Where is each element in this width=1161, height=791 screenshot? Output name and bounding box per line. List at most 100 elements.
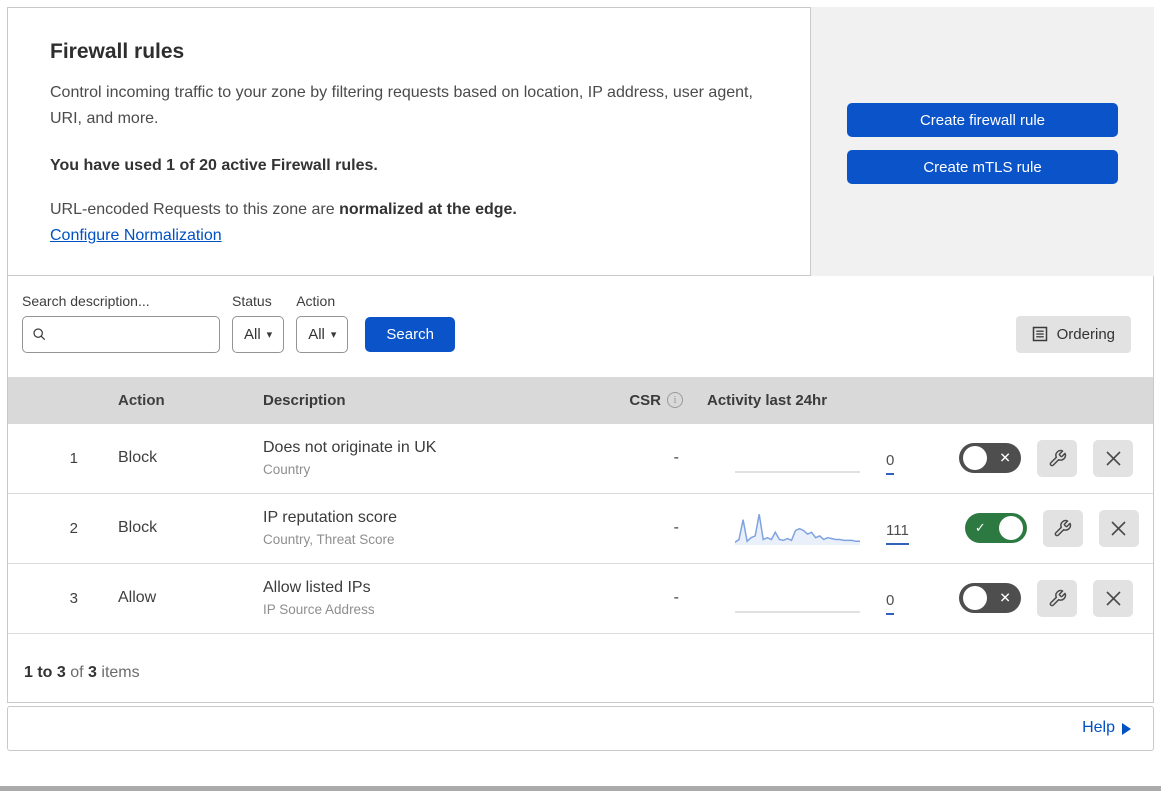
table-row: 1 Block Does not originate in UK Country…	[8, 423, 1153, 494]
info-icon[interactable]: i	[667, 392, 683, 409]
help-bar: Help	[7, 705, 1154, 751]
status-label: Status	[232, 292, 272, 309]
rule-description: Allow listed IPs	[263, 579, 371, 597]
search-icon	[33, 328, 46, 340]
activity-sparkline	[735, 514, 860, 546]
wrench-icon	[1049, 589, 1066, 607]
delete-rule-button[interactable]	[1093, 579, 1133, 617]
chevron-down-icon: ▾	[266, 328, 273, 341]
rule-description-cell: Allow listed IPs IP Source Address	[263, 579, 593, 617]
items-count-total: 3	[88, 663, 97, 681]
header-activity: Activity last 24hr	[707, 391, 828, 409]
activity-sparkline	[735, 471, 860, 473]
x-icon: ✕	[999, 590, 1011, 607]
rule-description: IP reputation score	[263, 509, 398, 527]
page-title: Firewall rules	[50, 40, 185, 63]
header-csr-label: CSR	[629, 391, 661, 409]
check-icon: ✓	[974, 520, 986, 536]
rule-csr: -	[673, 519, 679, 537]
intro-card: Firewall rules Control incoming traffic …	[7, 7, 811, 276]
table-row: 2 Block IP reputation score Country, Thr…	[8, 493, 1153, 564]
configure-normalization-link[interactable]: Configure Normalization	[50, 227, 222, 245]
toggle-knob	[998, 516, 1023, 541]
ordering-icon	[1032, 327, 1047, 342]
header-csr: CSR i	[593, 392, 683, 409]
items-count-of: of	[65, 663, 89, 681]
items-count-range: 1 to 3	[24, 663, 66, 681]
search-button[interactable]: Search	[365, 316, 455, 352]
toggle-knob	[963, 586, 987, 611]
action-label: Action	[296, 292, 336, 309]
rule-enable-toggle[interactable]: ✓ ✕	[959, 443, 1021, 474]
delete-rule-button[interactable]	[1093, 439, 1133, 477]
rules-table: Action Description CSR i Activity last 2…	[8, 376, 1153, 634]
rule-fields: Country, Threat Score	[263, 532, 395, 548]
wrench-icon	[1049, 449, 1066, 467]
x-icon: ✕	[999, 450, 1011, 467]
toggle-knob	[963, 446, 987, 471]
activity-sparkline	[735, 611, 860, 613]
rule-activity-cell: 0	[683, 579, 903, 617]
action-selected-value: All	[308, 325, 325, 343]
rule-action: Block	[118, 519, 158, 537]
rule-activity-cell: 111	[683, 509, 909, 547]
create-firewall-rule-button[interactable]: Create firewall rule	[847, 103, 1118, 138]
header-action: Action	[118, 391, 165, 409]
rule-enable-toggle[interactable]: ✓ ✕	[964, 513, 1027, 544]
main-panel: Search description... Status All ▾ Actio…	[7, 274, 1154, 703]
search-group: Search description...	[22, 293, 220, 353]
rule-action: Block	[118, 449, 158, 467]
ordering-button-label: Ordering	[1056, 325, 1115, 343]
rule-activity-cell: 0	[683, 439, 903, 477]
rule-description-cell: Does not originate in UK Country	[263, 439, 593, 477]
activity-count-link[interactable]: 0	[886, 452, 895, 476]
search-input[interactable]	[53, 326, 210, 343]
items-count-suffix: items	[96, 663, 140, 681]
status-select[interactable]: All ▾	[232, 315, 285, 353]
normalization-bold: normalized at the edge.	[339, 200, 517, 218]
page: Firewall rules Control incoming traffic …	[0, 0, 1161, 758]
rule-controls: ✓ ✕	[903, 579, 1153, 617]
wrench-icon	[1054, 519, 1072, 537]
rule-priority: 2	[69, 519, 78, 537]
action-filter-group: Action All ▾	[296, 292, 349, 353]
filter-bar: Search description... Status All ▾ Actio…	[8, 276, 1153, 377]
table-header-row: Action Description CSR i Activity last 2…	[8, 376, 1153, 424]
edit-rule-button[interactable]	[1042, 509, 1083, 547]
actions-panel: Create firewall rule Create mTLS rule	[811, 7, 1154, 276]
normalization-note: URL-encoded Requests to this zone are no…	[50, 201, 768, 219]
usage-summary: You have used 1 of 20 active Firewall ru…	[50, 156, 378, 174]
ordering-button[interactable]: Ordering	[1015, 315, 1131, 353]
chevron-down-icon: ▾	[330, 328, 337, 341]
activity-count-link[interactable]: 0	[886, 592, 895, 616]
intro-description: Control incoming traffic to your zone by…	[50, 84, 753, 128]
rule-fields: IP Source Address	[263, 602, 375, 618]
search-label: Search description...	[22, 292, 150, 309]
top-section: Firewall rules Control incoming traffic …	[7, 7, 1154, 276]
rule-csr: -	[673, 449, 679, 467]
action-select[interactable]: All ▾	[296, 315, 349, 353]
rule-csr: -	[673, 589, 679, 607]
header-description: Description	[263, 391, 346, 409]
rule-controls: ✓ ✕	[903, 439, 1153, 477]
search-input-wrapper	[22, 315, 220, 353]
bottom-strip	[0, 786, 1161, 791]
close-icon	[1105, 451, 1121, 466]
edit-rule-button[interactable]	[1037, 439, 1077, 477]
items-count: 1 to 3 of 3 items	[8, 634, 1153, 702]
status-filter-group: Status All ▾	[232, 292, 285, 353]
create-mtls-rule-button[interactable]: Create mTLS rule	[847, 150, 1118, 185]
help-link[interactable]: Help	[1082, 719, 1115, 737]
arrow-right-icon	[1122, 723, 1131, 736]
rule-description: Does not originate in UK	[263, 439, 437, 457]
normalization-prefix: URL-encoded Requests to this zone are	[50, 200, 340, 218]
status-selected-value: All	[244, 325, 261, 343]
table-row: 3 Allow Allow listed IPs IP Source Addre…	[8, 563, 1153, 634]
rule-enable-toggle[interactable]: ✓ ✕	[959, 583, 1021, 614]
edit-rule-button[interactable]	[1037, 579, 1077, 617]
close-icon	[1105, 591, 1121, 606]
activity-count-link[interactable]: 111	[886, 522, 909, 546]
rule-controls: ✓ ✕	[909, 509, 1159, 547]
rule-description-cell: IP reputation score Country, Threat Scor…	[263, 509, 593, 547]
delete-rule-button[interactable]	[1098, 509, 1139, 547]
